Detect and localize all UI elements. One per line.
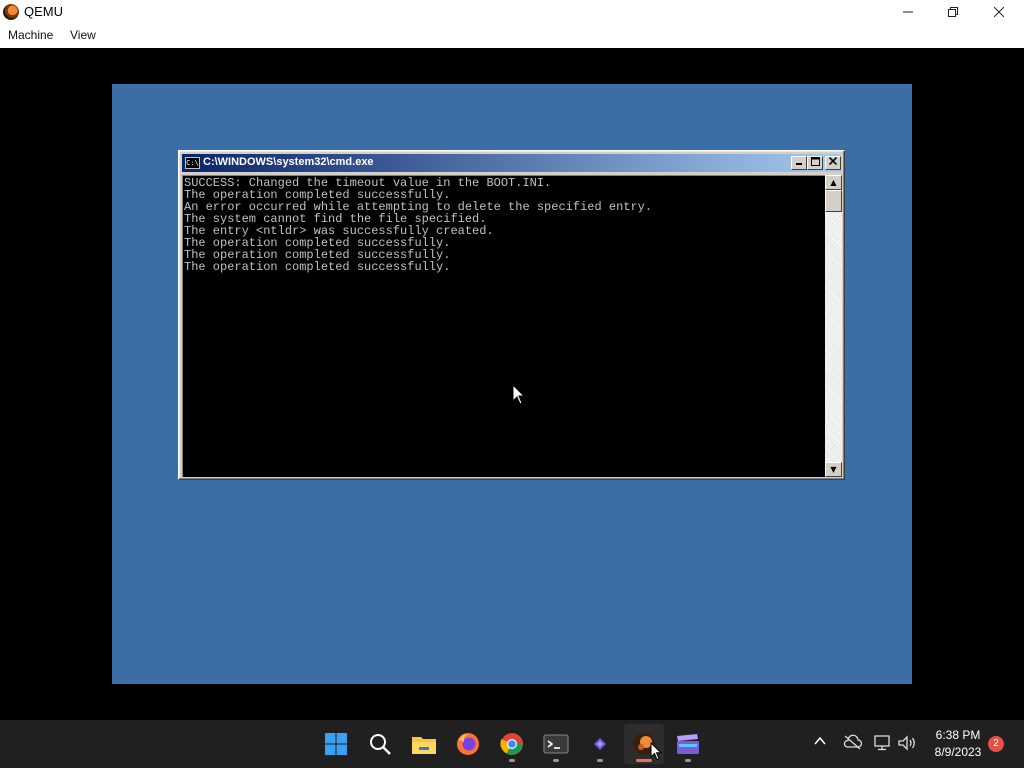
cloud-off-icon	[843, 734, 863, 750]
menubar: Machine View	[0, 24, 1024, 48]
tray-overflow-button[interactable]	[810, 734, 830, 754]
running-indicator	[597, 759, 603, 762]
terminal-icon	[543, 734, 569, 754]
chrome-icon	[500, 733, 523, 755]
folder-icon	[412, 737, 436, 754]
console-line: The operation completed successfully.	[184, 260, 451, 274]
notification-badge[interactable]: 2	[988, 736, 1004, 752]
menu-machine[interactable]: Machine	[8, 28, 53, 42]
minimize-icon	[903, 11, 913, 13]
mouse-pointer-icon	[512, 384, 526, 405]
cmd-maximize-button[interactable]	[807, 156, 823, 170]
close-button[interactable]	[976, 0, 1022, 24]
clapper-icon	[677, 734, 699, 754]
console-output[interactable]: SUCCESS: Changed the timeout value in th…	[182, 175, 825, 477]
vs-icon	[594, 738, 606, 750]
taskbar-start[interactable]	[316, 724, 356, 764]
taskbar-file-explorer[interactable]	[404, 724, 444, 764]
restore-icon	[948, 7, 958, 17]
cmd-icon[interactable]: C:\	[185, 157, 200, 169]
tray-network[interactable]	[873, 734, 893, 754]
close-icon	[994, 7, 1004, 17]
cmd-close-button[interactable]	[825, 156, 841, 170]
vertical-scrollbar[interactable]: ▲ ▼	[825, 175, 842, 477]
clock-time[interactable]: 6:38 PM	[928, 728, 988, 742]
firefox-icon	[457, 733, 479, 755]
running-indicator	[553, 759, 559, 762]
scroll-thumb[interactable]	[825, 190, 842, 212]
host-mouse-pointer-icon	[650, 742, 662, 761]
maximize-icon	[810, 157, 820, 166]
taskbar-visual-studio[interactable]	[580, 724, 620, 764]
taskbar-terminal[interactable]	[536, 724, 576, 764]
windows-start-icon	[325, 733, 347, 755]
console-lines: SUCCESS: Changed the timeout value in th…	[184, 177, 652, 273]
qemu-logo-icon	[3, 4, 19, 20]
taskbar-search[interactable]	[360, 724, 400, 764]
cmd-titlebar[interactable]: C:\ C:\WINDOWS\system32\cmd.exe	[182, 154, 841, 172]
running-indicator	[509, 759, 515, 762]
restore-button[interactable]	[930, 0, 976, 24]
tray-onedrive[interactable]	[842, 734, 863, 754]
minimize-button[interactable]	[885, 0, 931, 24]
cmd-window[interactable]: C:\ C:\WINDOWS\system32\cmd.exe SUCCESS:…	[178, 150, 845, 480]
qemu-titlebar: QEMU	[0, 0, 1024, 24]
volume-icon	[898, 735, 915, 751]
minimize-icon	[796, 163, 802, 165]
close-icon	[828, 156, 838, 166]
running-indicator	[685, 759, 691, 762]
menu-view[interactable]: View	[70, 28, 96, 42]
tray-volume[interactable]	[897, 734, 917, 754]
taskbar-firefox[interactable]	[448, 724, 488, 764]
taskbar: 6:38 PM 8/9/2023	[0, 720, 1024, 768]
network-icon	[874, 735, 890, 751]
taskbar-clapper[interactable]	[668, 724, 708, 764]
clock-date[interactable]: 8/9/2023	[928, 745, 988, 759]
taskbar-chrome[interactable]	[492, 724, 532, 764]
scroll-up-button[interactable]: ▲	[825, 175, 842, 190]
window-title: QEMU	[24, 4, 63, 19]
cmd-title: C:\WINDOWS\system32\cmd.exe	[203, 156, 374, 168]
cmd-minimize-button[interactable]	[791, 156, 807, 170]
search-icon	[370, 734, 391, 755]
scroll-down-button[interactable]: ▼	[825, 462, 842, 477]
chevron-up-icon	[814, 736, 826, 745]
